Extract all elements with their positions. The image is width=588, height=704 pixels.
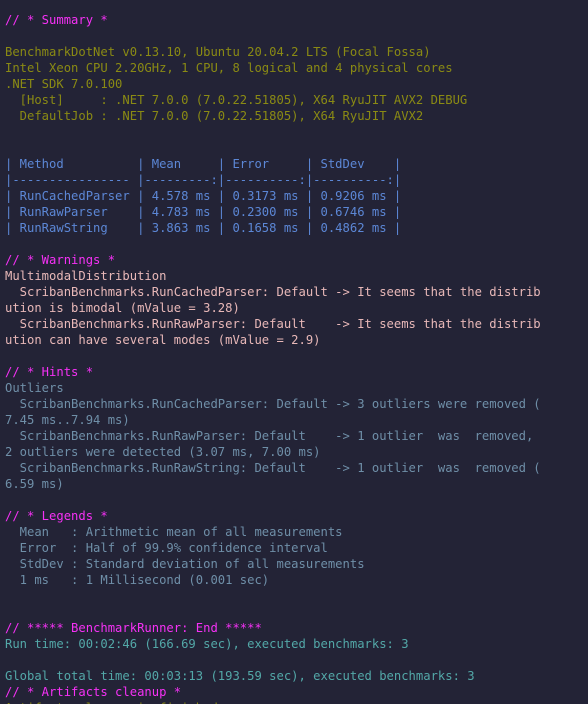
- env-line-host: [Host] : .NET 7.0.0 (7.0.22.51805), X64 …: [5, 93, 468, 107]
- hint-line: 2 outliers were detected (3.07 ms, 7.00 …: [5, 445, 321, 459]
- summary-heading: // * Summary *: [5, 13, 108, 27]
- table-row: | RunRawParser | 4.783 ms | 0.2300 ms | …: [5, 205, 402, 219]
- terminal-top-padding: [0, 0, 588, 12]
- env-line-defaultjob: DefaultJob : .NET 7.0.0 (7.0.22.51805), …: [5, 109, 424, 123]
- legend-line-millisecond: 1 ms : 1 Millisecond (0.001 sec): [5, 573, 270, 587]
- warning-line: ution can have several modes (mValue = 2…: [5, 333, 321, 347]
- warning-line: ution is bimodal (mValue = 3.28): [5, 301, 240, 315]
- table-row: | RunRawString | 3.863 ms | 0.1658 ms | …: [5, 221, 402, 235]
- hints-group-label: Outliers: [5, 381, 64, 395]
- hint-line: 6.59 ms): [5, 477, 64, 491]
- run-time-line: Run time: 00:02:46 (166.69 sec), execute…: [5, 637, 409, 651]
- legend-line-stddev: StdDev : Standard deviation of all measu…: [5, 557, 365, 571]
- hint-line: ScribanBenchmarks.RunRawString: Default …: [5, 461, 541, 475]
- legend-line-error: Error : Half of 99.9% confidence interva…: [5, 541, 328, 555]
- table-header-row: | Method | Mean | Error | StdDev |: [5, 157, 402, 171]
- hint-line: ScribanBenchmarks.RunRawParser: Default …: [5, 429, 541, 443]
- hints-heading: // * Hints *: [5, 365, 94, 379]
- warning-line: ScribanBenchmarks.RunCachedParser: Defau…: [5, 285, 541, 299]
- env-line-sdk: .NET SDK 7.0.100: [5, 77, 123, 91]
- warning-line: ScribanBenchmarks.RunRawParser: Default …: [5, 317, 541, 331]
- artifacts-cleanup-heading: // * Artifacts cleanup *: [5, 685, 182, 699]
- hint-line: 7.45 ms..7.94 ms): [5, 413, 130, 427]
- hint-line: ScribanBenchmarks.RunCachedParser: Defau…: [5, 397, 541, 411]
- legends-heading: // * Legends *: [5, 509, 108, 523]
- table-separator-row: |---------------- |---------:|----------…: [5, 173, 402, 187]
- artifacts-cleanup-status: Artifacts cleanup is finished: [0, 700, 588, 704]
- warnings-heading: // * Warnings *: [5, 253, 116, 267]
- legend-line-mean: Mean : Arithmetic mean of all measuremen…: [5, 525, 343, 539]
- env-line-benchmarkdotnet: BenchmarkDotNet v0.13.10, Ubuntu 20.04.2…: [5, 45, 431, 59]
- env-line-cpu: Intel Xeon CPU 2.20GHz, 1 CPU, 8 logical…: [5, 61, 453, 75]
- benchmark-end-heading: // ***** BenchmarkRunner: End *****: [5, 621, 262, 635]
- table-row: | RunCachedParser | 4.578 ms | 0.3173 ms…: [5, 189, 402, 203]
- terminal-window[interactable]: // * Summary * BenchmarkDotNet v0.13.10,…: [0, 0, 588, 704]
- warnings-group-label: MultimodalDistribution: [5, 269, 167, 283]
- global-total-time-line: Global total time: 00:03:13 (193.59 sec)…: [5, 669, 475, 683]
